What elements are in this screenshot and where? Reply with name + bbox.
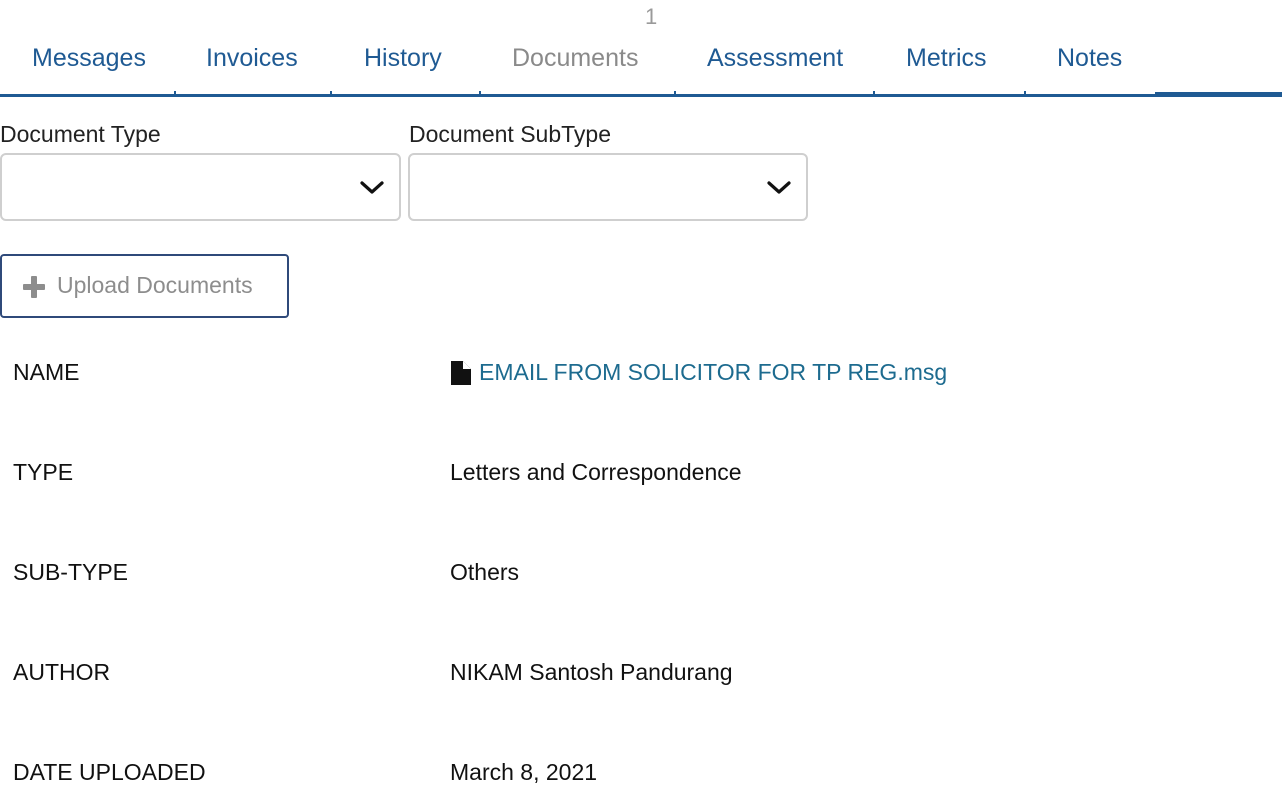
detail-row-type: TYPE Letters and Correspondence — [0, 459, 1282, 499]
document-subtype-select[interactable] — [408, 153, 808, 221]
tab-divider — [873, 91, 875, 95]
upload-documents-button[interactable]: Upload Documents — [0, 254, 289, 318]
subtype-key: SUB-TYPE — [13, 559, 129, 585]
tab-divider — [1024, 91, 1026, 95]
document-type-label: Document Type — [0, 121, 161, 147]
tab-notes[interactable]: Notes — [1057, 40, 1122, 94]
chevron-down-icon — [360, 181, 384, 194]
document-name-link[interactable]: EMAIL FROM SOLICITOR FOR TP REG.msg — [450, 359, 947, 386]
author-key: AUTHOR — [13, 659, 111, 685]
plus-icon — [23, 276, 45, 298]
upload-documents-label: Upload Documents — [57, 272, 253, 298]
tab-bar: Messages Invoices History Documents Asse… — [0, 40, 1282, 98]
document-type-select[interactable] — [0, 153, 401, 221]
type-key: TYPE — [13, 459, 74, 485]
tab-documents[interactable]: Documents — [512, 40, 638, 94]
author-value: NIKAM Santosh Pandurang — [450, 659, 733, 685]
date-uploaded-key: DATE UPLOADED — [13, 759, 206, 785]
tab-divider — [479, 91, 481, 95]
tab-divider — [330, 91, 332, 95]
chevron-down-icon — [767, 181, 791, 194]
tab-history[interactable]: History — [364, 40, 442, 94]
tab-divider — [674, 91, 676, 95]
tab-underline-active — [1155, 92, 1282, 97]
subtype-value: Others — [450, 559, 520, 585]
tab-metrics[interactable]: Metrics — [906, 40, 987, 94]
tab-invoices[interactable]: Invoices — [206, 40, 298, 94]
detail-row-subtype: SUB-TYPE Others — [0, 559, 1282, 599]
documents-count-badge: 1 — [645, 4, 658, 29]
tab-messages[interactable]: Messages — [32, 40, 146, 94]
detail-row-author: AUTHOR NIKAM Santosh Pandurang — [0, 659, 1282, 699]
detail-row-date-uploaded: DATE UPLOADED March 8, 2021 — [0, 759, 1282, 799]
name-key: NAME — [13, 359, 80, 385]
date-uploaded-value: March 8, 2021 — [450, 759, 598, 785]
document-name-text: EMAIL FROM SOLICITOR FOR TP REG.msg — [479, 359, 948, 385]
document-subtype-label: Document SubType — [409, 121, 612, 147]
detail-row-name: NAME EMAIL FROM SOLICITOR FOR TP REG.msg — [0, 359, 1282, 399]
tab-divider — [174, 91, 176, 95]
file-icon — [451, 360, 471, 385]
tab-assessment[interactable]: Assessment — [707, 40, 843, 94]
type-value: Letters and Correspondence — [450, 459, 742, 485]
